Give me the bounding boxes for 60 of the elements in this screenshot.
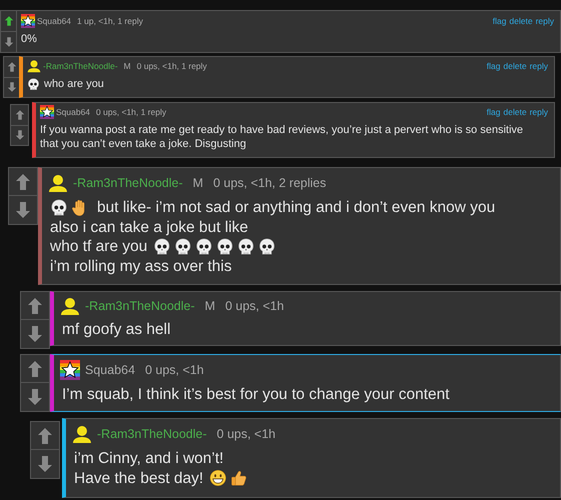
action-link[interactable]: flag	[486, 107, 500, 117]
comment-text: also i can take a joke but like	[50, 218, 248, 237]
username-link[interactable]: Squab64	[85, 363, 136, 377]
up-arrow-icon	[6, 60, 18, 73]
username-link[interactable]: -Ram3nTheNoodle-	[43, 61, 118, 71]
comment-text: who tf are you	[50, 237, 148, 256]
user-avatar-icon	[27, 59, 41, 73]
grinning-emoji-icon	[209, 469, 228, 488]
comment-meta: 0 ups, <1h	[145, 363, 204, 377]
action-link[interactable]: reply	[530, 61, 548, 71]
username-link[interactable]: -Ram3nTheNoodle-	[73, 176, 183, 190]
skull-icon	[27, 78, 40, 90]
user-avatar-icon	[72, 424, 92, 444]
down-arrow-icon	[14, 129, 26, 142]
action-link[interactable]: delete	[509, 16, 533, 26]
skull-icon	[237, 238, 256, 256]
action-link[interactable]: delete	[503, 61, 527, 71]
action-link[interactable]: delete	[503, 107, 527, 117]
mod-label: M	[124, 61, 131, 71]
comment-meta: 0 ups, <1h, 2 replies	[213, 176, 326, 190]
action-link[interactable]: reply	[536, 16, 554, 26]
comment-text: Have the best day!	[74, 468, 204, 488]
comment-text: i’m Cinny, and i won’t!	[74, 449, 224, 468]
up-arrow-icon	[14, 108, 26, 121]
comment-meta: 0 ups, <1h	[225, 298, 284, 313]
action-link[interactable]: flag	[486, 61, 500, 71]
star-avatar-icon	[21, 14, 35, 28]
skull-icon	[174, 238, 192, 256]
thumbs-up-icon	[230, 469, 248, 488]
comment-text: but like- i’m not sad or anything and i don’t even know you	[97, 198, 496, 218]
up-arrow-icon	[2, 15, 14, 27]
mod-label: M	[192, 176, 204, 190]
skull-icon	[50, 198, 68, 217]
skull-icon	[153, 238, 172, 256]
comment-text: who are you	[44, 77, 104, 91]
username-link[interactable]: Squab64	[37, 16, 72, 26]
comment-meta: 0 ups, <1h, 1 reply	[136, 61, 207, 71]
comment-text: i’m rolling my ass over this	[50, 256, 232, 276]
skull-icon	[258, 238, 276, 256]
comment-meta: 1 up, <1h, 1 reply	[77, 16, 143, 26]
comment-meta: 0 ups, <1h, 1 reply	[96, 107, 166, 117]
user-avatar-icon	[60, 296, 80, 316]
comment-meta: 0 ups, <1h	[216, 427, 276, 441]
user-avatar-icon	[48, 173, 68, 193]
skull-icon	[216, 238, 234, 256]
mod-label: M	[204, 298, 216, 313]
username-link[interactable]: -Ram3nTheNoodle-	[85, 298, 195, 313]
comment-text: If you wanna post a rate me get ready to have bad reviews, you’re just a pervert who is so sensitive that you can’t even take a joke. Disgusting	[40, 123, 524, 151]
star-avatar-icon	[60, 360, 80, 380]
down-arrow-icon	[6, 81, 18, 94]
action-link[interactable]: reply	[530, 107, 548, 117]
comment-text: I’m squab, I think it’s best for you to change your content	[62, 385, 450, 404]
username-link[interactable]: -Ram3nTheNoodle-	[97, 427, 207, 441]
comment-text: 0%	[21, 32, 37, 46]
username-link[interactable]: Squab64	[56, 107, 90, 117]
comment-text: mf goofy as hell	[62, 320, 171, 339]
action-link[interactable]: flag	[492, 16, 506, 26]
star-avatar-icon	[40, 105, 54, 119]
skull-icon	[195, 238, 214, 256]
down-arrow-icon	[2, 36, 14, 48]
